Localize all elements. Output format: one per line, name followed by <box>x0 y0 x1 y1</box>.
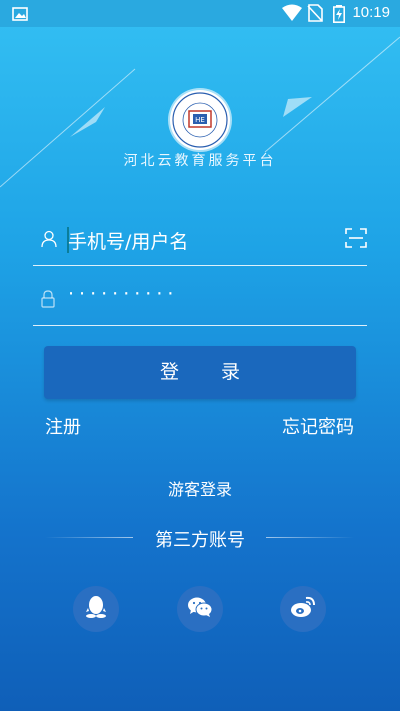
svg-text:HE: HE <box>195 116 205 124</box>
wifi-icon <box>282 4 302 26</box>
image-icon <box>12 6 28 25</box>
username-field[interactable]: 手机号/用户名 <box>33 215 367 266</box>
qq-login-button[interactable] <box>73 586 119 632</box>
weibo-login-button[interactable] <box>280 586 326 632</box>
weibo-icon <box>290 596 316 622</box>
guest-login-link[interactable]: 游客登录 <box>0 476 400 500</box>
wechat-login-button[interactable] <box>177 586 223 632</box>
no-sim-icon <box>307 4 323 26</box>
register-link[interactable]: 注册 <box>45 413 81 439</box>
wechat-icon <box>187 596 213 622</box>
battery-charging-icon <box>333 5 345 27</box>
status-bar: 10:19 <box>0 0 400 27</box>
app-name: 河北云教育服务平台 <box>123 153 277 169</box>
username-placeholder[interactable]: 手机号/用户名 <box>68 227 188 254</box>
user-icon <box>41 230 57 252</box>
forgot-password-link[interactable]: 忘记密码 <box>282 413 354 439</box>
status-time: 10:19 <box>352 4 390 21</box>
password-field[interactable]: ·········· <box>33 275 367 326</box>
third-party-title: 第三方账号 <box>155 530 245 551</box>
lock-icon <box>41 290 55 312</box>
qq-icon <box>85 595 107 623</box>
login-button[interactable]: 登 录 <box>44 346 356 399</box>
password-mask[interactable]: ·········· <box>68 283 178 305</box>
scan-icon[interactable] <box>345 228 367 252</box>
app-logo: HE <box>170 90 230 150</box>
divider-right <box>266 537 354 538</box>
